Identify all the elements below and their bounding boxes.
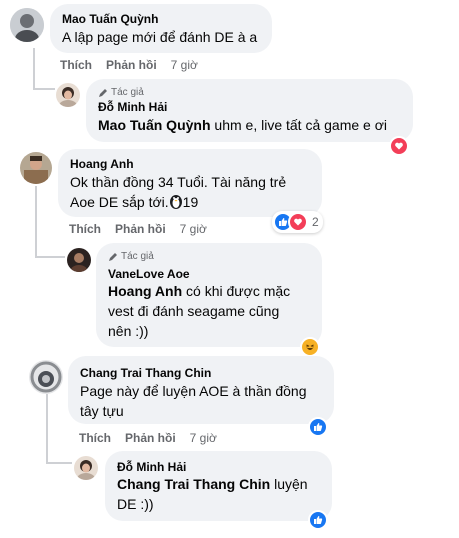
avatar-photo-icon: [20, 152, 52, 184]
comment-bubble: Hoang Anh Ok thần đồng 34 Tuổi. Tài năng…: [58, 149, 322, 217]
comment-bubble: Chang Trai Thang Chin Page này để luyện …: [68, 356, 334, 424]
comment-text-body: luyện: [270, 476, 308, 492]
mention-link[interactable]: Hoang Anh: [108, 283, 182, 299]
comment-text: A lập page mới để đánh DE à a: [62, 29, 258, 45]
avatar-photo-icon: [29, 360, 63, 394]
comment-actions: Thích Phản hồi 7 giờ: [69, 222, 221, 236]
like-button[interactable]: Thích: [69, 222, 101, 236]
comment-text-body: uhm e, live tất cả game e ơi: [210, 117, 387, 133]
reaction-summary[interactable]: [300, 337, 320, 357]
author-badge: Tác giả: [98, 87, 144, 98]
comment-actions: Thích Phản hồi 7 giờ: [79, 431, 231, 445]
timestamp[interactable]: 7 giờ: [180, 222, 207, 236]
love-reaction-icon: [288, 212, 308, 232]
reaction-summary[interactable]: [308, 417, 328, 437]
like-reaction-icon: [308, 417, 328, 437]
comment-bubble: Tác giả Đỗ Minh Hải Mao Tuấn Quỳnh uhm e…: [86, 79, 413, 142]
avatar[interactable]: [10, 8, 44, 42]
comment-text-body: có khi được mặc: [182, 283, 291, 299]
comment-text: Mao Tuấn Quỳnh uhm e, live tất cả game e…: [98, 116, 387, 135]
comment-text: Page này để luyện AOE à thần đồng: [80, 383, 307, 399]
avatar-photo-icon: [56, 83, 80, 107]
like-button[interactable]: Thích: [60, 58, 92, 72]
haha-reaction-icon: [300, 337, 320, 357]
pencil-icon: [109, 252, 117, 261]
avatar-photo-icon: [10, 8, 44, 42]
thread-line: [46, 462, 72, 464]
comment-bubble: Tác giả VaneLove Aoe Hoang Anh có khi đư…: [96, 243, 322, 347]
comment-text-line: Aoe DE sắp tới.: [70, 194, 169, 210]
reaction-count: 2: [312, 215, 319, 229]
mention-link[interactable]: Chang Trai Thang Chin: [117, 476, 270, 492]
comment-author[interactable]: Mao Tuấn Quỳnh: [62, 12, 158, 26]
avatar-photo-icon: [67, 248, 91, 272]
comment-text: vest đi đánh seagame cũng: [108, 303, 280, 319]
avatar[interactable]: [29, 360, 63, 394]
author-badge-label: Tác giả: [111, 87, 144, 98]
avatar[interactable]: [56, 83, 80, 107]
mention-link[interactable]: Mao Tuấn Quỳnh: [98, 117, 211, 133]
author-badge: Tác giả: [108, 251, 154, 262]
avatar[interactable]: [20, 152, 52, 184]
thread-line: [33, 88, 55, 90]
reply-button[interactable]: Phản hồi: [125, 431, 176, 445]
comment-author[interactable]: Hoang Anh: [70, 157, 134, 171]
avatar[interactable]: [74, 456, 98, 480]
thread-line: [46, 394, 48, 464]
penguin-emoji-icon: [169, 193, 183, 214]
timestamp[interactable]: 7 giờ: [171, 58, 198, 72]
comment-bubble: Đỗ Minh Hải Chang Trai Thang Chin luyện …: [105, 451, 332, 521]
comment-text-number: 19: [182, 194, 199, 210]
avatar-photo-icon: [74, 456, 98, 480]
reaction-summary[interactable]: [308, 510, 328, 530]
like-reaction-icon: [308, 510, 328, 530]
thread-line: [35, 186, 37, 258]
timestamp[interactable]: 7 giờ: [190, 431, 217, 445]
comment-text: Aoe DE sắp tới. 19: [70, 193, 198, 214]
comment-author[interactable]: Đỗ Minh Hải: [98, 100, 167, 114]
reaction-summary[interactable]: 2: [272, 211, 323, 233]
comment-author[interactable]: Chang Trai Thang Chin: [80, 366, 211, 380]
comment-text: Ok thần đồng 34 Tuổi. Tài năng trẻ: [70, 174, 287, 190]
love-reaction-icon: [389, 136, 409, 156]
comment-text: tây tựu: [80, 403, 124, 419]
comment-text: nên :)): [108, 323, 149, 339]
like-button[interactable]: Thích: [79, 431, 111, 445]
comment-actions: Thích Phản hồi 7 giờ: [60, 58, 212, 72]
thread-line: [35, 256, 65, 258]
comment-text: Chang Trai Thang Chin luyện: [117, 475, 308, 494]
avatar[interactable]: [67, 248, 91, 272]
thread-line: [33, 48, 35, 90]
author-badge-label: Tác giả: [121, 251, 154, 262]
comment-bubble: Mao Tuấn Quỳnh A lập page mới để đánh DE…: [50, 4, 272, 53]
reply-button[interactable]: Phản hồi: [115, 222, 166, 236]
reaction-summary[interactable]: [389, 136, 409, 156]
comment-author[interactable]: Đỗ Minh Hải: [117, 460, 186, 474]
comment-text: DE :)): [117, 496, 154, 512]
comment-text: Hoang Anh có khi được mặc: [108, 282, 290, 301]
reply-button[interactable]: Phản hồi: [106, 58, 157, 72]
pencil-icon: [99, 88, 107, 97]
comment-author[interactable]: VaneLove Aoe: [108, 267, 190, 281]
